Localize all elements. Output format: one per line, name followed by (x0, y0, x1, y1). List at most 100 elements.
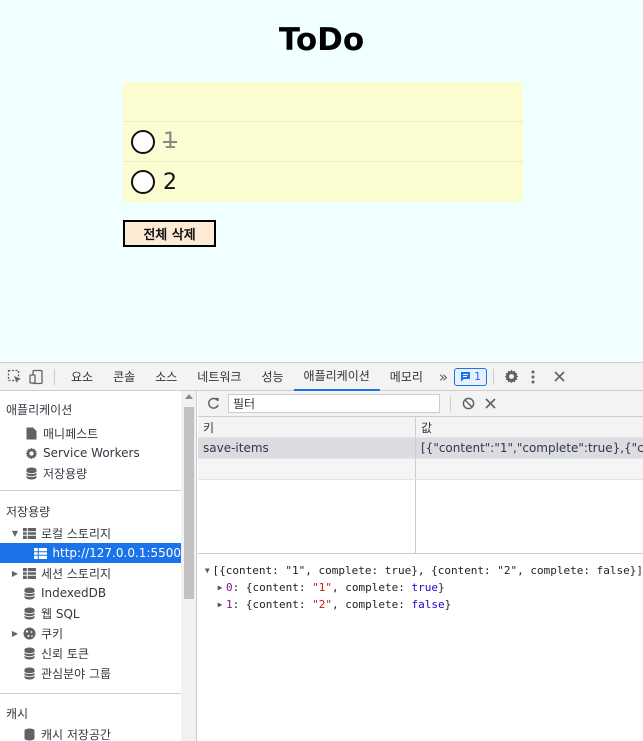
device-toolbar-icon[interactable] (26, 366, 48, 388)
scrollbar-thumb[interactable] (184, 407, 194, 599)
sidebar-item-websql[interactable]: 웹 SQL (0, 603, 181, 623)
settings-gear-icon[interactable] (500, 366, 522, 388)
sidebar-item-cookies[interactable]: ▶ 쿠키 (0, 623, 181, 643)
filter-input[interactable] (228, 394, 440, 413)
more-tabs-chevron-icon[interactable]: » (433, 363, 454, 391)
grid-table-icon (22, 566, 36, 580)
sidebar-item-label: 저장용량 (43, 466, 88, 481)
sidebar-item-trust-tokens[interactable]: 신뢰 토큰 (0, 643, 181, 663)
sidebar-item-label: http://127.0.0.1:5500 (52, 546, 181, 560)
sidebar-scrollbar[interactable] (181, 391, 197, 741)
database-icon (22, 666, 36, 680)
tab-network[interactable]: 네트워크 (187, 363, 251, 391)
sidebar-item-label: 매니페스트 (43, 426, 99, 441)
more-options-kebab-icon[interactable] (522, 366, 544, 388)
tab-application[interactable]: 애플리케이션 (293, 363, 380, 391)
sidebar-divider (0, 693, 181, 694)
grid-table-icon (34, 546, 48, 560)
preview-punct: } (437, 581, 445, 594)
page-title: ToDo (278, 22, 365, 58)
table-row-empty[interactable] (198, 459, 643, 480)
sidebar-item-manifest[interactable]: 매니페스트 (0, 423, 181, 443)
table-cell-value[interactable]: [{"content":"1","complete":true},{"cont.… (416, 438, 643, 458)
collapsed-triangle-icon[interactable]: ▶ (214, 600, 226, 609)
sidebar-item-cache-storage[interactable]: 캐시 저장공간 (0, 724, 181, 741)
todo-checkbox[interactable] (131, 129, 155, 154)
table-column-filler (198, 480, 416, 554)
sidebar-item-service-workers[interactable]: Service Workers (0, 443, 181, 463)
database-icon (22, 586, 36, 600)
sidebar-item-label: Service Workers (43, 446, 140, 460)
devtools-body: 애플리케이션 매니페스트 Service Workers 저장용량 저장용량 ▼… (0, 391, 643, 741)
sidebar-section-application: 애플리케이션 (6, 402, 73, 417)
todo-list: 1 2 (123, 82, 523, 202)
issues-badge[interactable]: 1 (454, 367, 488, 386)
table-header-row: 키 값 (198, 417, 643, 438)
sidebar-divider (0, 490, 181, 491)
todo-item[interactable]: 1 (123, 122, 523, 162)
collapsed-triangle-icon[interactable]: ▶ (10, 569, 20, 578)
table-cell-key[interactable]: save-items (198, 438, 416, 458)
preview-complete-value: true (411, 581, 438, 594)
issues-count: 1 (474, 370, 482, 383)
page-viewport: ToDo 1 2 전체 삭제 (0, 0, 643, 362)
toolbar-divider (54, 368, 55, 385)
sidebar-item-indexeddb[interactable]: IndexedDB (0, 583, 181, 603)
sidebar-item-label: 세션 스토리지 (41, 566, 112, 581)
tab-console[interactable]: 콘솔 (103, 363, 145, 391)
sidebar-item-interest-groups[interactable]: 관심분야 그룹 (0, 663, 181, 683)
table-cell-key[interactable] (198, 459, 416, 479)
delete-all-button[interactable]: 전체 삭제 (123, 220, 216, 247)
preview-root-line[interactable]: ▼ [{content: "1", complete: true}, {cont… (198, 562, 643, 579)
devtools-panel: 요소 콘솔 소스 네트워크 성능 애플리케이션 메모리 » 1 애플리케이션 매… (0, 362, 643, 741)
storage-kv-table: 키 값 save-items [{"content":"1","complete… (198, 417, 643, 554)
scroll-up-arrow-icon[interactable] (185, 394, 193, 399)
refresh-icon[interactable] (202, 393, 224, 415)
tab-elements[interactable]: 요소 (61, 363, 103, 391)
sidebar-item-label: 웹 SQL (41, 606, 80, 621)
sidebar-item-session-storage[interactable]: ▶ 세션 스토리지 (0, 563, 181, 583)
table-row[interactable]: save-items [{"content":"1","complete":tr… (198, 438, 643, 459)
close-devtools-icon[interactable] (548, 366, 570, 388)
database-icon (22, 606, 36, 620)
cookie-icon (22, 626, 36, 640)
sidebar-item-label: 캐시 저장공간 (41, 727, 112, 741)
column-header-key[interactable]: 키 (198, 417, 416, 437)
tab-sources[interactable]: 소스 (145, 363, 187, 391)
preview-content-value: "2" (312, 598, 332, 611)
preview-index: 1 (226, 598, 233, 611)
collapsed-triangle-icon[interactable]: ▶ (214, 583, 226, 592)
toolbar-divider (493, 368, 495, 385)
preview-punct: : {content: (232, 598, 313, 611)
expanded-triangle-icon[interactable]: ▼ (202, 566, 213, 575)
todo-item[interactable]: 2 (123, 162, 523, 202)
gear-icon (24, 446, 38, 460)
preview-punct: , complete: (331, 581, 412, 594)
sidebar-item-local-storage[interactable]: ▼ 로컬 스토리지 (0, 523, 181, 543)
sidebar-item-local-origin[interactable]: http://127.0.0.1:5500 (0, 543, 181, 563)
sidebar-item-label: IndexedDB (41, 586, 107, 600)
delete-selected-close-icon[interactable] (479, 393, 501, 415)
preview-index: 0 (226, 581, 233, 594)
clear-all-block-icon[interactable] (457, 393, 479, 415)
preview-complete-value: false (411, 598, 445, 611)
tab-memory[interactable]: 메모리 (380, 363, 433, 391)
sidebar-section-cache: 캐시 (6, 706, 29, 721)
preview-item-line[interactable]: ▶ 0: {content: "1", complete: true} (198, 579, 643, 596)
sidebar-section-storage: 저장용량 (6, 504, 51, 519)
tab-performance[interactable]: 성능 (251, 363, 293, 391)
table-cell-value[interactable] (416, 459, 643, 479)
expanded-triangle-icon[interactable]: ▼ (10, 529, 20, 538)
inspect-element-icon[interactable] (4, 366, 26, 388)
sidebar-item-storage-overview[interactable]: 저장용량 (0, 463, 181, 483)
collapsed-triangle-icon[interactable]: ▶ (10, 629, 20, 638)
database-icon (22, 727, 36, 741)
toolbar-divider (450, 395, 451, 412)
database-icon (24, 466, 38, 480)
message-icon (461, 372, 471, 382)
column-header-value[interactable]: 값 (416, 417, 643, 437)
preview-punct: : {content: (232, 581, 313, 594)
todo-checkbox[interactable] (131, 170, 155, 194)
sidebar-item-label: 신뢰 토큰 (41, 646, 89, 661)
preview-item-line[interactable]: ▶ 1: {content: "2", complete: false} (198, 596, 643, 613)
